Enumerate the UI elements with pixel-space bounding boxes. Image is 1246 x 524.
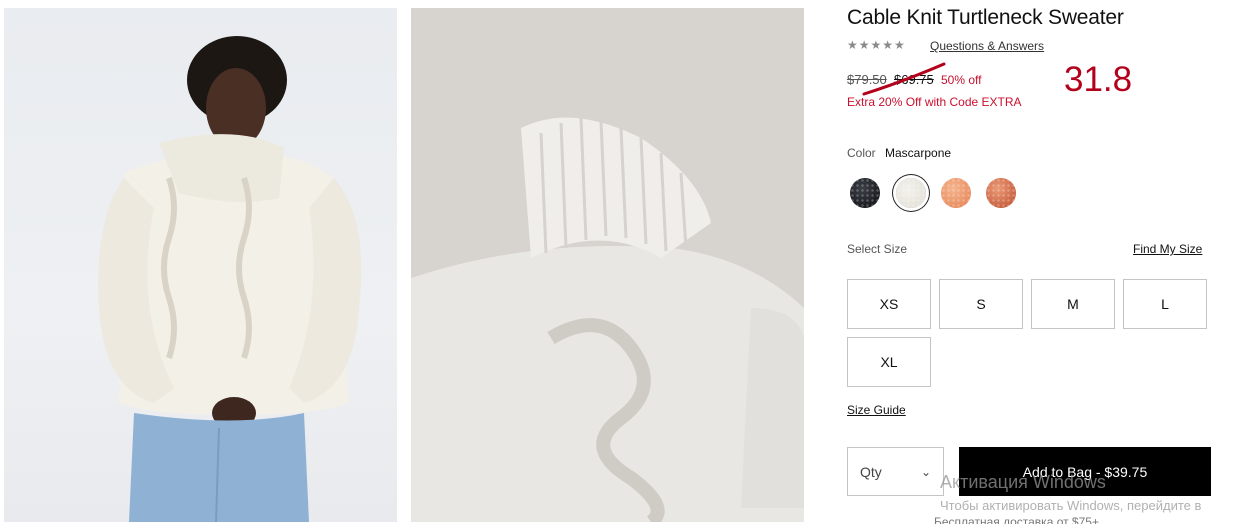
find-my-size-link[interactable]: Find My Size [1133, 242, 1202, 256]
qty-label: Qty [860, 463, 882, 480]
size-guide-link[interactable]: Size Guide [847, 403, 906, 417]
rating-stars-icon[interactable]: ★★★★★ [847, 38, 906, 52]
color-swatch-black[interactable] [850, 178, 880, 208]
size-option-m[interactable]: M [1031, 279, 1115, 329]
annotation-number: 31.8 [1064, 60, 1133, 99]
size-option-xs[interactable]: XS [847, 279, 931, 329]
windows-activation-text: Чтобы активировать Windows, перейдите в [940, 498, 1202, 513]
color-swatch-mascarpone[interactable] [896, 178, 926, 208]
selected-color-name: Mascarpone [885, 146, 952, 160]
windows-activation-title: Активация Windows [940, 472, 1106, 492]
product-title: Cable Knit Turtleneck Sweater [847, 6, 1124, 29]
size-option-s[interactable]: S [939, 279, 1023, 329]
color-label: Color [847, 146, 876, 160]
size-option-l[interactable]: L [1123, 279, 1207, 329]
size-option-xl[interactable]: XL [847, 337, 931, 387]
product-image-detail[interactable] [411, 8, 804, 522]
promo-text: Extra 20% Off with Code EXTRA [847, 95, 1022, 109]
color-swatch-peach[interactable] [941, 178, 971, 208]
red-strike-annotation [862, 62, 946, 96]
quantity-select[interactable]: Qty ⌄ [847, 447, 944, 496]
shipping-note-cut: Бесплатная доставка от $75+ [934, 515, 1099, 524]
color-swatch-coral[interactable] [986, 178, 1016, 208]
select-size-label: Select Size [847, 242, 908, 256]
questions-answers-link[interactable]: Questions & Answers [930, 39, 1044, 53]
detail-illustration [411, 8, 804, 522]
product-image-model[interactable] [4, 8, 397, 522]
chevron-down-icon: ⌄ [920, 464, 931, 479]
model-illustration [98, 36, 362, 522]
